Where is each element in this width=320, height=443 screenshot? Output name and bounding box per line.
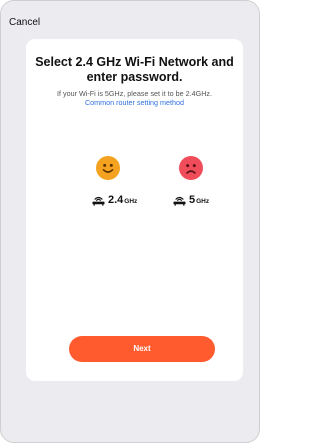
- band-unit-label: GHz: [124, 197, 138, 205]
- page-title: Select 2.4 GHz Wi-Fi Network and enter p…: [35, 55, 234, 84]
- band-frequency-label: 2.4: [108, 194, 124, 206]
- band-option-2-4ghz[interactable]: 2.4 GHz: [92, 193, 137, 207]
- sad-face-icon: [179, 156, 203, 180]
- instruction-text: If your Wi-Fi is 5GHz, please set it to …: [57, 89, 212, 98]
- router-setting-link[interactable]: Common router setting method: [26, 98, 243, 107]
- band-option-5ghz[interactable]: 5 GHz: [173, 193, 209, 207]
- band-frequency-label: 5: [189, 194, 196, 206]
- router-icon: [92, 196, 105, 206]
- next-button[interactable]: Next: [69, 336, 215, 362]
- cancel-button[interactable]: Cancel: [9, 17, 40, 28]
- router-icon: [173, 196, 186, 206]
- happy-face-icon: [96, 156, 120, 180]
- band-unit-label: GHz: [196, 197, 210, 205]
- phone-screen: Cancel Select 2.4 GHz Wi-Fi Network and …: [0, 0, 260, 443]
- top-bar: Cancel: [1, 1, 259, 39]
- wifi-select-card: Select 2.4 GHz Wi-Fi Network and enter p…: [26, 39, 243, 381]
